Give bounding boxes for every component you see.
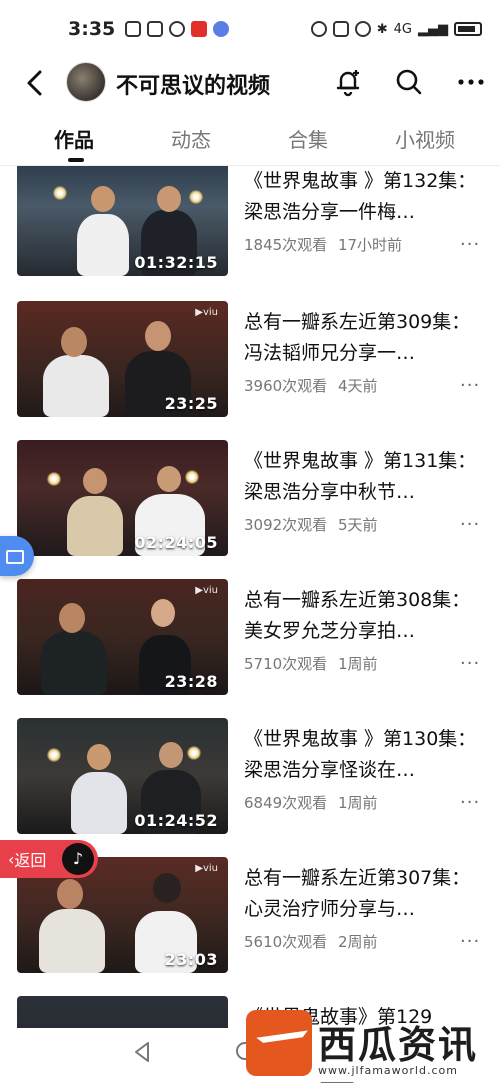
status-bar: 3:35 ✱ 4G ▂▄▆ xyxy=(0,0,500,58)
active-tab-indicator xyxy=(68,158,84,162)
video-thumbnail[interactable]: ▶viu 23:25 xyxy=(17,301,228,417)
lock-icon xyxy=(147,21,164,37)
video-title[interactable]: 《世界鬼故事 》第130集：梁思浩分享怪谈在… xyxy=(244,724,480,786)
more-options-icon[interactable]: ··· xyxy=(460,516,480,534)
video-title[interactable]: 总有一瓣系左近第309集：冯法韬师兄分享一… xyxy=(244,307,480,369)
more-options-icon[interactable]: ··· xyxy=(460,236,480,254)
watermark-logo-icon xyxy=(246,1010,312,1076)
profile-header: 不可思议的视频 xyxy=(0,58,500,108)
music-icon xyxy=(213,21,230,37)
network-label: 4G xyxy=(393,21,412,37)
publish-time: 2周前 xyxy=(337,933,378,951)
view-count: 5710次观看 xyxy=(244,655,328,673)
video-title[interactable]: 总有一瓣系左近第307集：心灵治疗师分享与… xyxy=(244,863,480,925)
more-options-icon[interactable]: ··· xyxy=(460,377,480,395)
tab-works[interactable]: 作品 xyxy=(54,124,94,153)
page-title: 不可思议的视频 xyxy=(116,74,271,99)
video-thumbnail[interactable]: 01:24:52 xyxy=(17,718,228,834)
video-duration: 02:24:05 xyxy=(134,533,218,552)
view-count: 6849次观看 xyxy=(244,794,328,812)
video-item[interactable]: 02:24:05 《世界鬼故事 》第131集：梁思浩分享中秋节… 3092次观看… xyxy=(0,440,500,558)
video-meta: 6849次观看 1周前 xyxy=(244,792,378,813)
more-options-icon[interactable]: ··· xyxy=(460,933,480,951)
view-count: 3960次观看 xyxy=(244,377,328,395)
status-time: 3:35 xyxy=(68,18,116,40)
screenshot-icon xyxy=(125,21,142,37)
video-meta: 3960次观看 4天前 xyxy=(244,375,378,396)
status-notification-icons xyxy=(125,21,230,37)
tiktok-logo-icon: ♪ xyxy=(62,843,94,875)
tab-collections[interactable]: 合集 xyxy=(288,124,328,153)
more-horizontal-icon[interactable] xyxy=(455,66,487,98)
video-item[interactable]: 01:24:52 《世界鬼故事 》第130集：梁思浩分享怪谈在… 6849次观看… xyxy=(0,718,500,836)
video-title[interactable]: 《世界鬼故事 》第132集：梁思浩分享一件梅… xyxy=(244,166,480,228)
video-item[interactable]: ▶viu 23:28 总有一瓣系左近第308集：美女罗允芝分享拍… 5710次观… xyxy=(0,579,500,697)
more-options-icon[interactable]: ··· xyxy=(460,655,480,673)
profile-tabs: 作品 动态 合集 小视频 xyxy=(0,118,500,164)
view-count: 1845次观看 xyxy=(244,236,328,254)
publish-time: 17小时前 xyxy=(337,236,403,254)
watermark: 西瓜资讯网 www.jlfamaworld.com xyxy=(242,1010,492,1083)
publish-time: 1周前 xyxy=(337,794,378,812)
nfc-icon xyxy=(332,21,349,37)
video-meta: 3092次观看 5天前 xyxy=(244,514,378,535)
publish-time: 5天前 xyxy=(337,516,378,534)
tab-short-videos[interactable]: 小视频 xyxy=(395,124,455,153)
view-count: 5610次观看 xyxy=(244,933,328,951)
video-duration: 01:32:15 xyxy=(134,253,218,272)
video-meta: 5610次观看 2周前 xyxy=(244,931,378,952)
eye-icon xyxy=(310,21,327,37)
bell-plus-icon[interactable] xyxy=(332,66,364,98)
video-item[interactable]: ▶viu 23:25 总有一瓣系左近第309集：冯法韬师兄分享一… 3960次观… xyxy=(0,301,500,419)
video-meta: 5710次观看 1周前 xyxy=(244,653,378,674)
video-title[interactable]: 总有一瓣系左近第308集：美女罗允芝分享拍… xyxy=(244,585,480,647)
watermark-url: www.jlfamaworld.com xyxy=(318,1064,458,1077)
nav-back-icon[interactable] xyxy=(132,1040,152,1064)
signal-icon: ▂▄▆ xyxy=(418,21,448,37)
video-thumbnail[interactable]: 02:24:05 xyxy=(17,440,228,556)
status-system-icons: ✱ 4G ▂▄▆ xyxy=(310,21,482,37)
back-button[interactable] xyxy=(20,66,50,100)
video-title[interactable]: 《世界鬼故事 》第131集：梁思浩分享中秋节… xyxy=(244,446,480,508)
video-list: 01:32:15 《世界鬼故事 》第132集：梁思浩分享一件梅… 1845次观看… xyxy=(0,166,500,1028)
video-meta: 1845次观看 17小时前 xyxy=(244,234,402,255)
video-item[interactable]: 01:32:15 《世界鬼故事 》第132集：梁思浩分享一件梅… 1845次观看… xyxy=(0,166,500,278)
more-options-icon[interactable]: ··· xyxy=(460,794,480,812)
video-thumbnail[interactable]: 01:32:15 xyxy=(17,166,228,276)
alarm-icon xyxy=(354,21,371,37)
publish-time: 1周前 xyxy=(337,655,378,673)
viu-logo-icon: ▶viu xyxy=(195,307,218,318)
video-duration: 23:28 xyxy=(164,672,218,691)
video-duration: 23:03 xyxy=(164,950,218,969)
video-duration: 23:25 xyxy=(164,394,218,413)
viu-logo-icon: ▶viu xyxy=(195,585,218,596)
avatar[interactable] xyxy=(66,62,106,102)
view-count: 3092次观看 xyxy=(244,516,328,534)
tab-updates[interactable]: 动态 xyxy=(171,124,211,153)
app-notification-icon xyxy=(191,21,208,37)
return-button[interactable]: ‹ 返回 ♪ xyxy=(0,840,98,878)
search-icon[interactable] xyxy=(393,66,425,98)
play-icon xyxy=(169,21,186,37)
video-thumbnail[interactable] xyxy=(17,996,228,1028)
publish-time: 4天前 xyxy=(337,377,378,395)
viu-logo-icon: ▶viu xyxy=(195,863,218,874)
video-thumbnail[interactable]: ▶viu 23:28 xyxy=(17,579,228,695)
bluetooth-icon: ✱ xyxy=(376,21,388,37)
return-label: 返回 xyxy=(14,851,47,870)
battery-icon xyxy=(454,22,482,36)
video-duration: 01:24:52 xyxy=(134,811,218,830)
